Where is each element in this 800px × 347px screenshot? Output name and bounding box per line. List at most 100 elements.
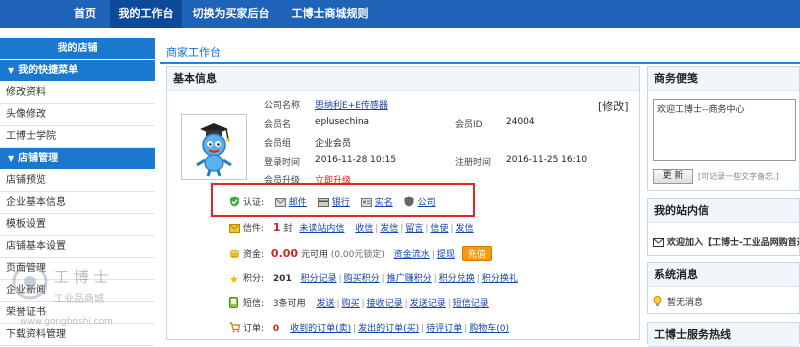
- orders-link-sent[interactable]: 发出的订单(买): [358, 324, 419, 334]
- funds-amount: 0.00: [270, 247, 299, 260]
- envelope-icon: [229, 224, 240, 235]
- light-bulb-icon: [653, 296, 664, 307]
- member-id-label: 会员ID: [455, 120, 483, 130]
- letters-label: 信件:: [243, 224, 265, 234]
- cert-company-link[interactable]: 公司: [418, 198, 436, 208]
- sms-link-received[interactable]: 接收记录: [367, 299, 403, 309]
- sms-link-records[interactable]: 短信记录: [453, 299, 489, 309]
- envelope-icon: [274, 198, 286, 209]
- points-link-gifts[interactable]: 积分换礼: [482, 274, 518, 284]
- points-link-records[interactable]: 积分记录: [301, 274, 337, 284]
- sidebar-header-my-shop[interactable]: 我的店铺: [0, 38, 155, 60]
- orders-count: 0: [272, 324, 280, 334]
- orders-label: 订单:: [243, 324, 265, 334]
- sms-link-send[interactable]: 发送: [317, 299, 335, 309]
- sidebar-header-label: 店铺管理: [18, 153, 59, 164]
- letters-unit: 封: [283, 224, 293, 234]
- sms-phone-icon: [229, 297, 240, 308]
- certification-label: 认证:: [243, 198, 265, 208]
- bank-card-icon: [317, 198, 329, 209]
- points-label: 积分:: [243, 274, 265, 284]
- sms-label: 短信:: [243, 299, 265, 309]
- edit-profile-link[interactable]: [修改]: [598, 98, 629, 114]
- sidebar-item-avatar[interactable]: 头像修改: [0, 104, 155, 126]
- shield-check-icon: [229, 196, 240, 207]
- memo-update-button[interactable]: 更 新: [653, 169, 693, 184]
- cart-icon: [229, 322, 241, 333]
- sidebar-item-honors[interactable]: 荣誉证书: [0, 302, 155, 324]
- id-card-icon: [360, 198, 372, 209]
- sidebar-header-store-mgmt[interactable]: ▼ 店铺管理: [0, 148, 155, 170]
- page-title: 商家工作台: [166, 46, 221, 59]
- cert-bank-link[interactable]: 银行: [332, 198, 350, 208]
- funds-locked: (0.00元锁定): [330, 250, 385, 260]
- memo-textarea[interactable]: 欢迎工博士--商务中心: [653, 99, 796, 161]
- sidebar-item-store-settings[interactable]: 店铺基本设置: [0, 236, 155, 258]
- sms-count: 3条可用: [272, 299, 306, 309]
- letters-link-send2[interactable]: 发信: [455, 224, 473, 234]
- orders-link-received[interactable]: 收到的订单(卖): [290, 324, 351, 334]
- sidebar-item-downloads[interactable]: 下载资料管理: [0, 324, 155, 346]
- sidebar-item-news[interactable]: 企业新闻: [0, 280, 155, 302]
- memo-panel: 商务便笺 欢迎工博士--商务中心 更 新 [可记录一些文字备忘,]: [647, 66, 800, 191]
- sidebar-item-edit-profile[interactable]: 修改资料: [0, 82, 155, 104]
- shield-icon: [404, 196, 415, 207]
- nav-tab-switch-buyer[interactable]: 切换为买家后台: [184, 0, 278, 28]
- triangle-down-icon: ▼: [8, 154, 15, 163]
- register-time-value: 2016-11-25 16:10: [506, 155, 588, 165]
- points-link-buy[interactable]: 购买积分: [344, 274, 380, 284]
- member-name-label: 会员名: [264, 120, 292, 130]
- panel-title: 基本信息: [167, 67, 639, 91]
- member-name-value: eplusechina: [315, 117, 370, 127]
- inbox-item-text: 欢迎加入【工博士-工业品网购首选: [667, 238, 799, 248]
- avatar[interactable]: [181, 114, 247, 180]
- system-message-text: 暂无消息: [667, 298, 704, 308]
- withdraw-link[interactable]: 提现: [437, 250, 455, 260]
- inbox-item[interactable]: 欢迎加入【工博士-工业品网购首选: [653, 235, 799, 249]
- letters-link-inbox[interactable]: 收信: [355, 224, 373, 234]
- points-row: ★ 积分: 201 积分记录 | 购买积分 | 推广赚积分 | 积分兑换 | 积分换礼: [229, 273, 518, 286]
- orders-link-cart[interactable]: 购物车(0): [469, 324, 509, 334]
- letters-link-comments[interactable]: 留言: [405, 224, 423, 234]
- sms-link-sent[interactable]: 发送记录: [410, 299, 446, 309]
- sidebar-item-store-preview[interactable]: 店铺预览: [0, 170, 155, 192]
- envelope-icon: [653, 238, 664, 249]
- recharge-button[interactable]: 充值: [461, 246, 492, 261]
- panel-title: 工博士服务热线: [648, 323, 799, 347]
- points-link-exchange[interactable]: 积分兑换: [439, 274, 475, 284]
- hotline-panel: 工博士服务热线: [647, 322, 800, 347]
- top-navigation: 首页 我的工作台 切换为买家后台 工博士商城规则: [0, 0, 800, 28]
- inbox-panel: 我的站内信 欢迎加入【工博士-工业品网购首选: [647, 198, 800, 256]
- star-icon: ★: [229, 273, 239, 286]
- system-messages-panel: 系统消息 暂无消息: [647, 262, 800, 314]
- sidebar-item-template[interactable]: 模板设置: [0, 214, 155, 236]
- sms-row: 短信: 3条可用 发送 | 购买 | 接收记录 | 发送记录 | 短信记录: [229, 296, 489, 309]
- orders-link-pending[interactable]: 待评订单: [426, 324, 462, 334]
- sms-link-buy[interactable]: 购买: [342, 299, 360, 309]
- sidebar-item-page-mgmt[interactable]: 页面管理: [0, 258, 155, 280]
- cert-realname-link[interactable]: 实名: [375, 198, 393, 208]
- nav-tab-workbench[interactable]: 我的工作台: [110, 0, 182, 28]
- panel-title: 我的站内信: [648, 199, 799, 223]
- coins-icon: [229, 248, 240, 259]
- funds-history-link[interactable]: 资金流水: [394, 250, 430, 260]
- certification-row: 认证: 邮件 银行 实名 公司: [229, 195, 436, 209]
- letters-link-send[interactable]: 发信: [380, 224, 398, 234]
- funds-label: 资金:: [243, 250, 265, 260]
- sidebar-item-company-info[interactable]: 企业基本信息: [0, 192, 155, 214]
- sidebar-item-academy[interactable]: 工博士学院: [0, 126, 155, 148]
- nav-tab-home[interactable]: 首页: [60, 0, 110, 28]
- cert-email-link[interactable]: 邮件: [289, 198, 307, 208]
- company-name-link[interactable]: 思纳利E+E传感器: [315, 98, 388, 111]
- letters-link-messenger[interactable]: 信使: [430, 224, 448, 234]
- letters-row: 信件: 1 封 未读站内信 收信 | 发信 | 留言 | 信使 | 发信: [229, 221, 474, 235]
- unread-messages-link[interactable]: 未读站内信: [299, 224, 344, 234]
- login-time-value: 2016-11-28 10:15: [315, 155, 397, 165]
- orders-row: 订单: 0 收到的订单(卖) | 发出的订单(买) | 待评订单 | 购物车(0): [229, 321, 509, 334]
- sidebar-header-quick-menu[interactable]: ▼ 我的快捷菜单: [0, 60, 155, 82]
- register-time-label: 注册时间: [455, 158, 492, 168]
- panel-title: 商务便笺: [648, 67, 799, 91]
- points-link-promote[interactable]: 推广赚积分: [387, 274, 432, 284]
- nav-tab-mall-rules[interactable]: 工博士商城规则: [280, 0, 380, 28]
- company-name-label: 公司名称: [264, 101, 301, 111]
